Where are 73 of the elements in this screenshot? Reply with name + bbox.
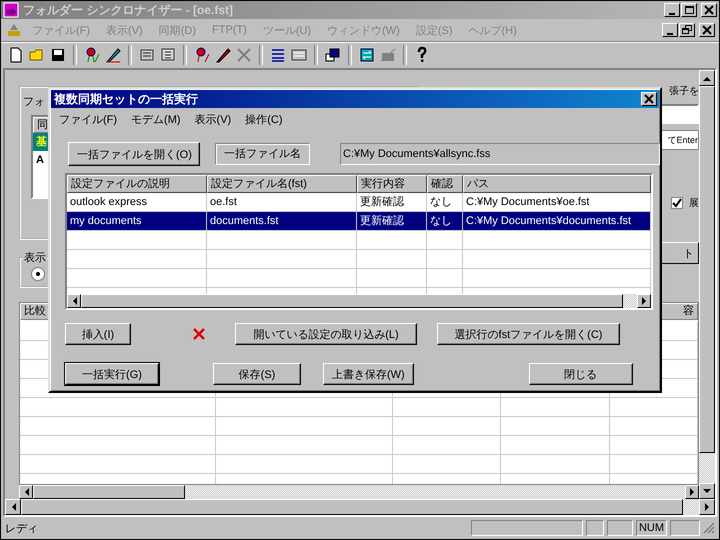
open-file-button[interactable]: 一括ファイルを開く(O)	[68, 142, 200, 166]
close-button[interactable]	[641, 92, 657, 106]
close-icon	[704, 5, 714, 15]
action-button[interactable]: 保存(S)	[213, 363, 301, 385]
minimize-icon	[667, 33, 673, 35]
radio-button[interactable]	[31, 267, 45, 281]
action-button[interactable]: 上書き保存(W)	[323, 363, 414, 385]
menu-item[interactable]: ファイル(F)	[52, 112, 124, 126]
right-arrow-icon	[690, 488, 694, 496]
menu-item[interactable]: 表示(V)	[188, 112, 238, 126]
scrollbar-thumb[interactable]	[699, 86, 715, 453]
action-button[interactable]: 閉じる	[528, 363, 633, 385]
minimize-button[interactable]	[662, 23, 678, 37]
field-label: 一括ファイル名	[215, 143, 310, 165]
file-path-field: C:¥My Documents¥allsync.fss	[340, 143, 660, 165]
maximize-button[interactable]	[681, 3, 697, 17]
group-label: 表示	[23, 251, 47, 265]
num-lock-indicator: NUM	[636, 520, 667, 536]
menu-item[interactable]: 操作(C)	[238, 112, 290, 126]
app-icon	[3, 2, 19, 18]
action-button[interactable]: 選択行のfstファイルを開く(C)	[437, 323, 620, 345]
resize-grip-icon[interactable]	[703, 522, 715, 534]
checkbox[interactable]	[671, 197, 683, 209]
pen-icon[interactable]	[104, 46, 122, 64]
column-header[interactable]: 実行内容	[357, 175, 427, 193]
scroll-up-button[interactable]	[699, 70, 715, 86]
restore-icon	[682, 25, 692, 34]
scroll-right-button[interactable]	[637, 294, 651, 308]
scrollbar-thumb[interactable]	[33, 485, 185, 499]
column-header[interactable]: 設定ファイル名(fst)	[207, 175, 357, 193]
scroll-left-button[interactable]	[67, 294, 81, 308]
window-title: フォルダー シンクロナイザー - [oe.fst]	[23, 2, 234, 18]
dialog-title: 複数同期セットの一括実行	[54, 90, 199, 108]
field-label: フォ	[23, 95, 45, 109]
status-panel	[586, 520, 604, 536]
table-row[interactable]: my documents documents.fst 更新確認 なし C:¥My Documents¥documents.fst	[67, 212, 651, 231]
column-header[interactable]: 確認	[427, 175, 463, 193]
checkbox-label: 展	[689, 197, 699, 210]
column-header[interactable]: パス	[463, 175, 651, 193]
delete-icon[interactable]	[193, 328, 205, 340]
minimize-icon	[669, 13, 675, 15]
scroll-down-button[interactable]	[699, 483, 715, 499]
restore-button[interactable]	[679, 23, 695, 37]
field-label: 張子を	[669, 85, 699, 98]
table-row[interactable]: outlook express oe.fst 更新確認 なし C:¥My Documents¥oe.fst	[67, 193, 651, 212]
close-button[interactable]	[701, 3, 717, 17]
close-icon	[644, 94, 654, 104]
action-button[interactable]: 一括実行(G)	[65, 363, 159, 385]
down-arrow-icon	[703, 488, 711, 494]
status-panel	[606, 520, 633, 536]
close-icon	[702, 25, 712, 35]
action-button[interactable]: 挿入(I)	[65, 323, 131, 345]
close-button[interactable]	[699, 23, 715, 37]
column-header[interactable]: 設定ファイルの説明	[67, 175, 207, 193]
scrollbar-thumb[interactable]	[21, 499, 683, 515]
minimize-button[interactable]	[664, 3, 680, 17]
menu-item[interactable]: モデム(M)	[124, 112, 188, 126]
left-arrow-icon	[72, 297, 76, 305]
scroll-right-button[interactable]	[685, 485, 699, 499]
scroll-left-button[interactable]	[5, 499, 21, 515]
up-arrow-icon	[703, 76, 711, 80]
arrows-icon[interactable]	[358, 46, 376, 64]
scrollbar-thumb[interactable]	[81, 294, 624, 308]
scroll-right-button[interactable]	[699, 499, 715, 515]
status-panel	[670, 520, 700, 536]
scroll-left-button[interactable]	[19, 485, 33, 499]
status-text: レディ	[5, 522, 39, 536]
right-arrow-icon	[642, 297, 646, 305]
action-button[interactable]: 開いている設定の取り込み(L)	[235, 323, 417, 345]
right-arrow-icon	[704, 503, 710, 511]
windows-icon[interactable]	[324, 46, 342, 64]
maximize-icon	[685, 6, 694, 14]
pen-icon[interactable]	[214, 46, 232, 64]
